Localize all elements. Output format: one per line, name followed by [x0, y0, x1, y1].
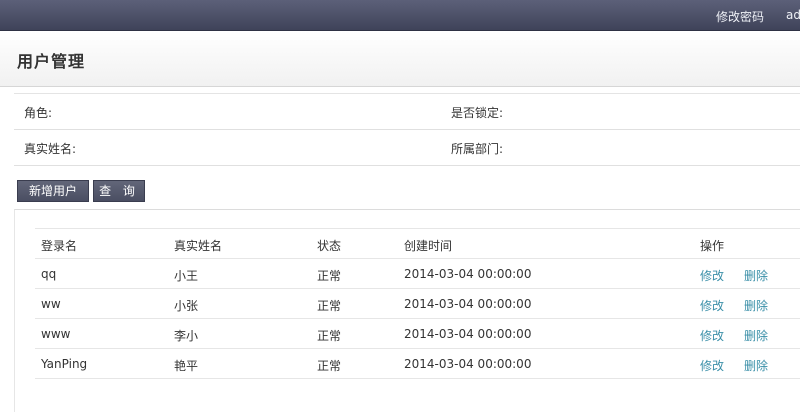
change-password-link[interactable]: 修改密码	[716, 8, 764, 25]
cell-status: 正常	[317, 269, 342, 283]
role-label: 角色:	[24, 106, 53, 120]
table-row: www 李小 正常 2014-03-04 00:00:00 修改 删除	[35, 319, 800, 349]
cell-realname: 艳平	[174, 359, 199, 373]
cell-created: 2014-03-04 00:00:00	[404, 297, 532, 311]
edit-link[interactable]: 修改	[700, 357, 724, 374]
delete-link[interactable]: 删除	[744, 297, 768, 314]
header-status: 状态	[317, 239, 342, 253]
cell-login: qq	[41, 267, 57, 281]
cell-realname: 李小	[174, 329, 199, 343]
delete-link[interactable]: 删除	[744, 267, 768, 284]
table-header-row: 登录名 真实姓名 状态 创建时间 操作	[35, 228, 800, 259]
header-created: 创建时间	[404, 239, 453, 253]
user-menu-link[interactable]: ad	[786, 8, 800, 22]
cell-realname: 小张	[174, 299, 199, 313]
locked-label: 是否锁定:	[451, 106, 504, 120]
edit-link[interactable]: 修改	[700, 327, 724, 344]
edit-link[interactable]: 修改	[700, 297, 724, 314]
filter-form: 角色: 是否锁定: 真实姓名: 所属部门:	[14, 93, 800, 169]
department-label: 所属部门:	[451, 142, 504, 156]
cell-status: 正常	[317, 329, 342, 343]
cell-status: 正常	[317, 299, 342, 313]
realname-label: 真实姓名:	[24, 142, 77, 156]
user-table-panel: 登录名 真实姓名 状态 创建时间 操作 qq 小王 正常 2014-03-04 …	[14, 209, 800, 412]
cell-created: 2014-03-04 00:00:00	[404, 327, 532, 341]
page-header: 用户管理	[0, 31, 800, 87]
cell-created: 2014-03-04 00:00:00	[404, 357, 532, 371]
cell-login: ww	[41, 297, 61, 311]
table-row: ww 小张 正常 2014-03-04 00:00:00 修改 删除	[35, 289, 800, 319]
cell-login: www	[41, 327, 71, 341]
header-action: 操作	[700, 239, 725, 253]
delete-link[interactable]: 删除	[744, 357, 768, 374]
header-realname: 真实姓名	[174, 239, 223, 253]
filter-row: 角色: 是否锁定:	[14, 94, 800, 130]
page-title: 用户管理	[17, 52, 86, 71]
filter-row: 真实姓名: 所属部门:	[14, 130, 800, 166]
top-navbar: 修改密码 ad	[0, 0, 800, 31]
add-user-button[interactable]: 新增用户	[17, 180, 89, 202]
edit-link[interactable]: 修改	[700, 267, 724, 284]
user-table: 登录名 真实姓名 状态 创建时间 操作 qq 小王 正常 2014-03-04 …	[35, 228, 800, 379]
cell-login: YanPing	[41, 357, 88, 371]
header-login: 登录名	[41, 239, 78, 253]
delete-link[interactable]: 删除	[744, 327, 768, 344]
cell-created: 2014-03-04 00:00:00	[404, 267, 532, 281]
cell-status: 正常	[317, 359, 342, 373]
cell-realname: 小王	[174, 269, 199, 283]
table-row: YanPing 艳平 正常 2014-03-04 00:00:00 修改 删除	[35, 349, 800, 379]
table-row: qq 小王 正常 2014-03-04 00:00:00 修改 删除	[35, 259, 800, 289]
query-button[interactable]: 查 询	[93, 180, 145, 202]
